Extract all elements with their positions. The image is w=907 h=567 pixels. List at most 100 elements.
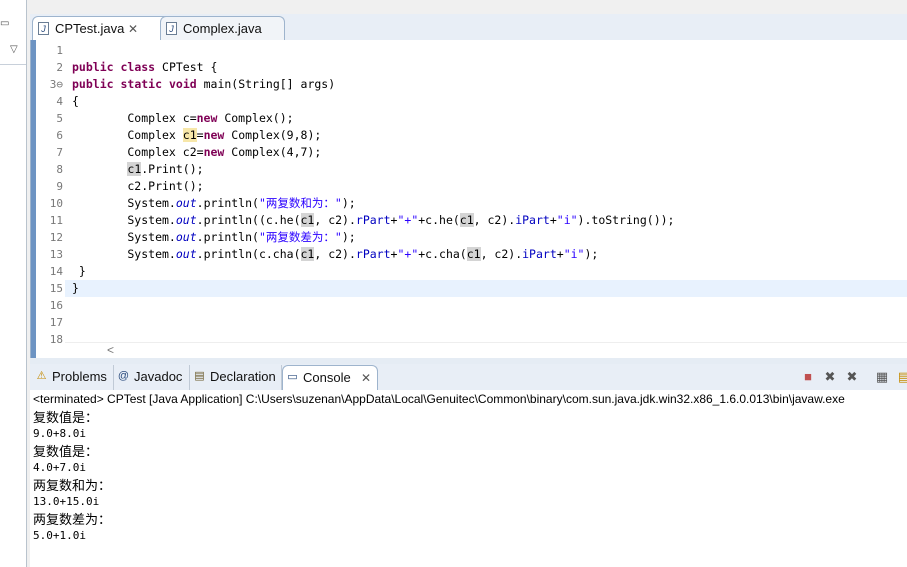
code-text: , c2). (314, 213, 356, 227)
code-text: .Print(); (141, 162, 204, 176)
keyword: public (72, 77, 114, 91)
restore-icon[interactable]: ▭ (0, 18, 9, 29)
static-field: out (175, 230, 197, 244)
console-line: 两复数差为： (33, 513, 112, 528)
line-number: 11 (49, 214, 63, 227)
remove-all-terminated-icon[interactable]: ✖ (844, 369, 860, 385)
line-number: 16 (49, 299, 63, 312)
line-number: 12 (49, 231, 63, 244)
code-text: ); (584, 247, 599, 261)
occurrence-highlight: c1 (459, 213, 474, 227)
remove-launch-icon[interactable]: ✖ (822, 369, 838, 385)
code-line[interactable]: System.out.println((c.he(c1, c2).rPart+"… (72, 212, 674, 229)
tab-problems[interactable]: ⚠ Problems (32, 365, 114, 390)
code-line[interactable]: public static void main(String[] args) (72, 76, 335, 93)
code-line[interactable]: System.out.println(c.cha(c1, c2).rPart+"… (72, 246, 598, 263)
problems-icon: ⚠ (36, 370, 47, 382)
line-number[interactable]: 3⊖ (37, 76, 63, 93)
code-text: .println(c.cha( (196, 247, 301, 261)
code-text: , c2). (314, 247, 356, 261)
console-icon: ▭ (287, 371, 298, 383)
code-text: Complex (72, 128, 183, 142)
line-number: 6 (56, 129, 63, 142)
code-line[interactable]: Complex c=new Complex(); (72, 110, 294, 127)
string-literal: "+" (397, 247, 419, 261)
field-ref: iPart (515, 213, 550, 227)
console-line: 复数值是： (33, 411, 99, 426)
code-editor[interactable]: 1 2 3⊖ 4 5 6 7 8 9 10 11 12 13 14 15 16 … (30, 40, 907, 358)
code-text: Complex(); (217, 111, 294, 125)
console-line: 9.0+8.0i (33, 427, 86, 440)
occurrence-highlight: c1 (300, 247, 315, 261)
field-ref: iPart (522, 247, 557, 261)
code-text: main(String[] args) (196, 77, 336, 91)
code-text: System. (72, 213, 176, 227)
tab-javadoc[interactable]: @ Javadoc (114, 365, 190, 390)
line-number: 9 (56, 180, 63, 193)
keyword: public (72, 60, 114, 74)
tab-console[interactable]: ▭ Console ✕ (282, 365, 378, 390)
terminate-icon[interactable]: ■ (800, 369, 816, 385)
close-icon[interactable]: ✕ (128, 17, 138, 41)
scroll-left-icon[interactable]: < (107, 343, 114, 357)
code-text: + (556, 247, 564, 261)
line-number-gutter: 1 2 3⊖ 4 5 6 7 8 9 10 11 12 13 14 15 16 … (37, 40, 65, 358)
code-line[interactable]: } (72, 280, 79, 297)
code-text: = (196, 128, 204, 142)
tab-label: Console (303, 370, 351, 385)
code-text: Complex(4,7); (224, 145, 322, 159)
code-text: System. (72, 196, 176, 210)
tab-declaration[interactable]: ▤ Declaration (190, 365, 282, 390)
string-literal: "i" (556, 213, 578, 227)
line-number: 2 (56, 61, 63, 74)
code-line[interactable]: c2.Print(); (72, 178, 203, 195)
code-text: + (549, 213, 557, 227)
keyword: new (203, 128, 225, 142)
string-literal: "两复数差为：" (258, 230, 342, 244)
declaration-icon: ▤ (194, 370, 205, 382)
code-text: ).toString()); (577, 213, 675, 227)
view-menu-icon[interactable]: ▽ (10, 44, 18, 55)
tab-label: Javadoc (134, 369, 183, 384)
code-line[interactable]: { (72, 93, 79, 110)
tab-label: Declaration (210, 369, 276, 384)
code-line[interactable]: Complex c2=new Complex(4,7); (72, 144, 321, 161)
console-launch-header: <terminated> CPTest [Java Application] C… (33, 392, 845, 406)
console-output[interactable]: <terminated> CPTest [Java Application] C… (30, 390, 907, 567)
horizontal-scrollbar[interactable]: < (65, 342, 907, 358)
keyword: void (168, 77, 197, 91)
line-number: 13 (49, 248, 63, 261)
close-icon[interactable]: ✕ (361, 366, 371, 390)
code-text: +c.cha( (418, 247, 467, 261)
line-number: 1 (56, 44, 63, 57)
code-text: ); (341, 196, 356, 210)
code-line[interactable]: } (72, 263, 86, 280)
line-number: 17 (49, 316, 63, 329)
occurrence-highlight: c1 (300, 213, 315, 227)
code-line[interactable]: c1.Print(); (72, 161, 204, 178)
tab-cptest-java[interactable]: J CPTest.java ✕ (32, 16, 174, 40)
line-number: 5 (56, 112, 63, 125)
code-line[interactable]: System.out.println("两复数差为："); (72, 229, 356, 246)
occurrence-highlight: c1 (466, 247, 481, 261)
code-text: System. (72, 247, 176, 261)
code-line[interactable]: System.out.println("两复数和为："); (72, 195, 356, 212)
keyword: new (196, 111, 218, 125)
tab-complex-java[interactable]: J Complex.java (160, 16, 285, 40)
scroll-lock-icon[interactable]: ▤ (896, 369, 907, 385)
string-literal: "+" (397, 213, 419, 227)
line-number: 18 (49, 333, 63, 346)
code-text: .println( (196, 230, 259, 244)
static-field: out (175, 196, 197, 210)
clear-console-icon[interactable]: ▦ (874, 369, 890, 385)
code-text: ); (341, 230, 356, 244)
left-partial-view: ▭ ▽ (0, 0, 27, 567)
console-line: 两复数和为： (33, 479, 112, 494)
code-line[interactable]: Complex c1=new Complex(9,8); (72, 127, 321, 144)
static-field: out (175, 213, 197, 227)
code-line[interactable]: public class CPTest { (72, 59, 217, 76)
console-line: 复数值是： (33, 445, 99, 460)
java-file-icon: J (166, 22, 177, 35)
line-number: 8 (56, 163, 63, 176)
